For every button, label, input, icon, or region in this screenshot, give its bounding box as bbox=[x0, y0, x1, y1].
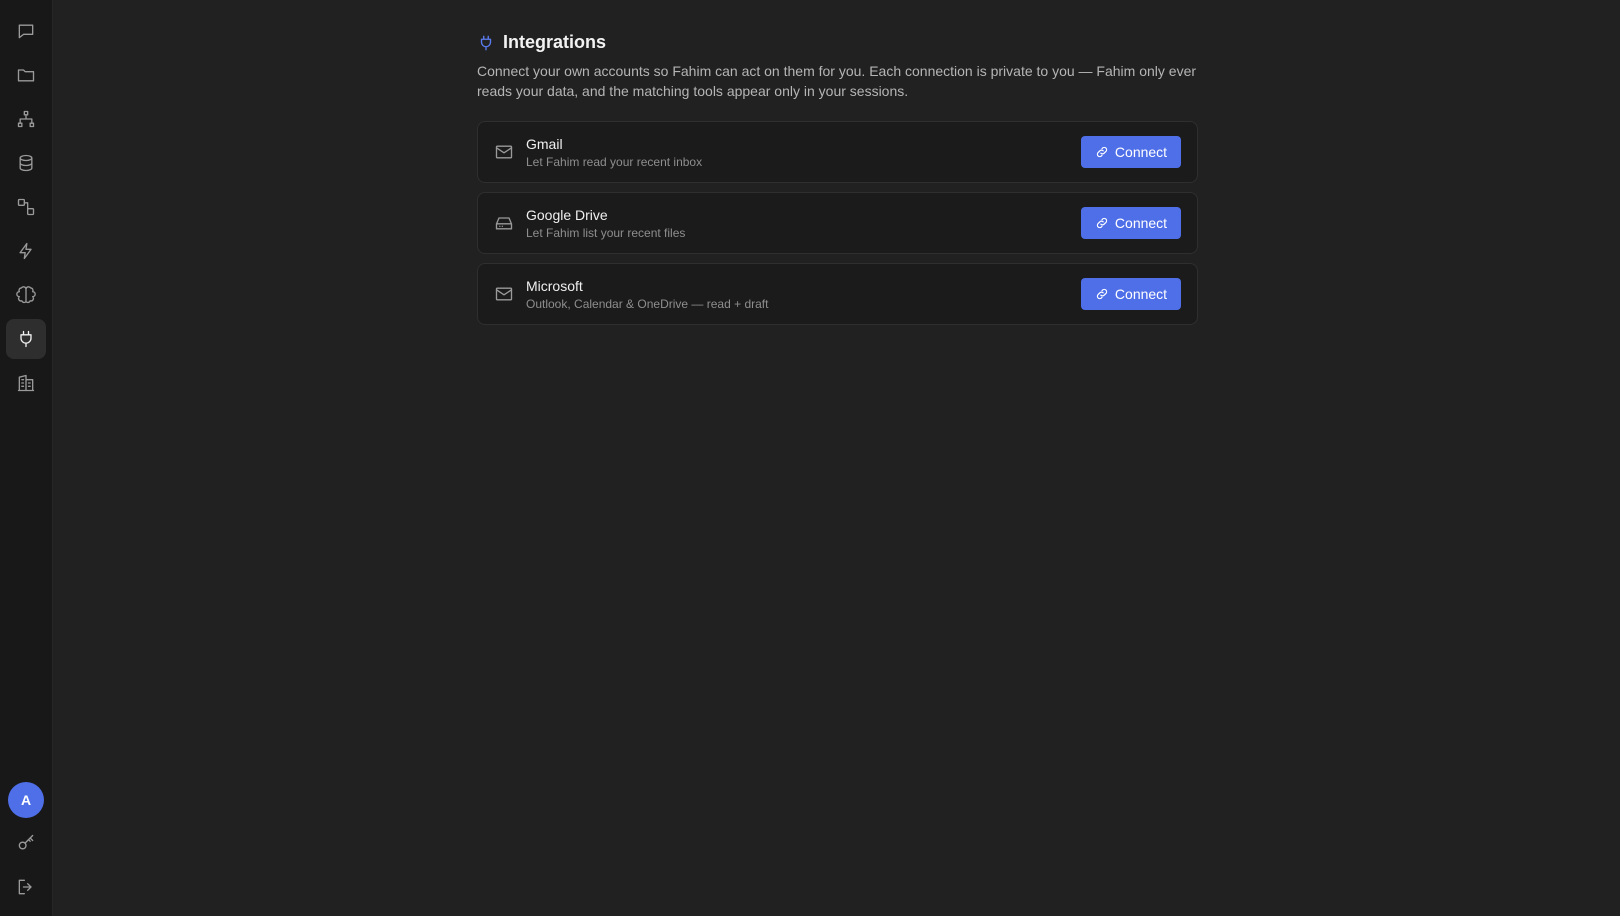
nav-api-keys[interactable] bbox=[6, 823, 46, 863]
integrations-page: Integrations Connect your own accounts s… bbox=[477, 32, 1198, 325]
nav-automations[interactable] bbox=[6, 231, 46, 271]
key-icon bbox=[18, 834, 34, 850]
link-icon bbox=[1096, 146, 1108, 158]
page-title: Integrations bbox=[503, 32, 607, 52]
building-icon bbox=[17, 374, 35, 392]
integration-description: Let Fahim list your recent files bbox=[526, 225, 686, 240]
integration-list: Gmail Let Fahim read your recent inbox C… bbox=[477, 121, 1198, 325]
page-description: Connect your own accounts so Fahim can a… bbox=[477, 63, 1197, 99]
integration-card-microsoft: Microsoft Outlook, Calendar & OneDrive —… bbox=[477, 263, 1198, 325]
hierarchy-icon bbox=[17, 110, 35, 128]
integration-description: Outlook, Calendar & OneDrive — read + dr… bbox=[526, 296, 769, 311]
mail-icon bbox=[494, 284, 514, 304]
connect-google-drive-button[interactable]: Connect bbox=[1081, 207, 1181, 239]
workflow-icon bbox=[17, 198, 35, 216]
integration-name: Google Drive bbox=[526, 206, 608, 223]
nav-database[interactable] bbox=[6, 143, 46, 183]
integration-card-gmail: Gmail Let Fahim read your recent inbox C… bbox=[477, 121, 1198, 183]
mail-icon bbox=[494, 142, 514, 162]
chat-icon bbox=[18, 24, 34, 39]
hard-drive-icon bbox=[494, 213, 514, 233]
logout-icon bbox=[18, 879, 32, 895]
database-icon bbox=[19, 154, 33, 172]
nav-organization[interactable] bbox=[6, 363, 46, 403]
page-header: Integrations bbox=[477, 32, 1198, 53]
sidebar: A bbox=[0, 0, 53, 916]
integration-card-google-drive: Google Drive Let Fahim list your recent … bbox=[477, 192, 1198, 254]
plug-icon bbox=[480, 35, 492, 50]
connect-label: Connect bbox=[1114, 286, 1168, 302]
folder-icon bbox=[17, 69, 35, 82]
integration-name: Gmail bbox=[526, 135, 563, 152]
nav-memory[interactable] bbox=[6, 275, 46, 315]
connect-gmail-button[interactable]: Connect bbox=[1081, 136, 1181, 168]
integration-description: Let Fahim read your recent inbox bbox=[526, 154, 703, 169]
nav-logout[interactable] bbox=[6, 867, 46, 907]
connect-microsoft-button[interactable]: Connect bbox=[1081, 278, 1181, 310]
integration-name: Microsoft bbox=[526, 277, 583, 294]
link-icon bbox=[1096, 288, 1108, 300]
nav-hierarchy[interactable] bbox=[6, 99, 46, 139]
plug-icon bbox=[20, 330, 32, 348]
nav-files[interactable] bbox=[6, 55, 46, 95]
lightning-icon bbox=[19, 242, 32, 260]
brain-icon bbox=[16, 286, 36, 304]
nav-chats[interactable] bbox=[6, 11, 46, 51]
connect-label: Connect bbox=[1114, 144, 1168, 160]
nav-integrations[interactable] bbox=[6, 319, 46, 359]
connect-label: Connect bbox=[1114, 215, 1168, 231]
link-icon bbox=[1096, 217, 1108, 229]
avatar[interactable]: A bbox=[8, 782, 44, 818]
nav-workflow[interactable] bbox=[6, 187, 46, 227]
